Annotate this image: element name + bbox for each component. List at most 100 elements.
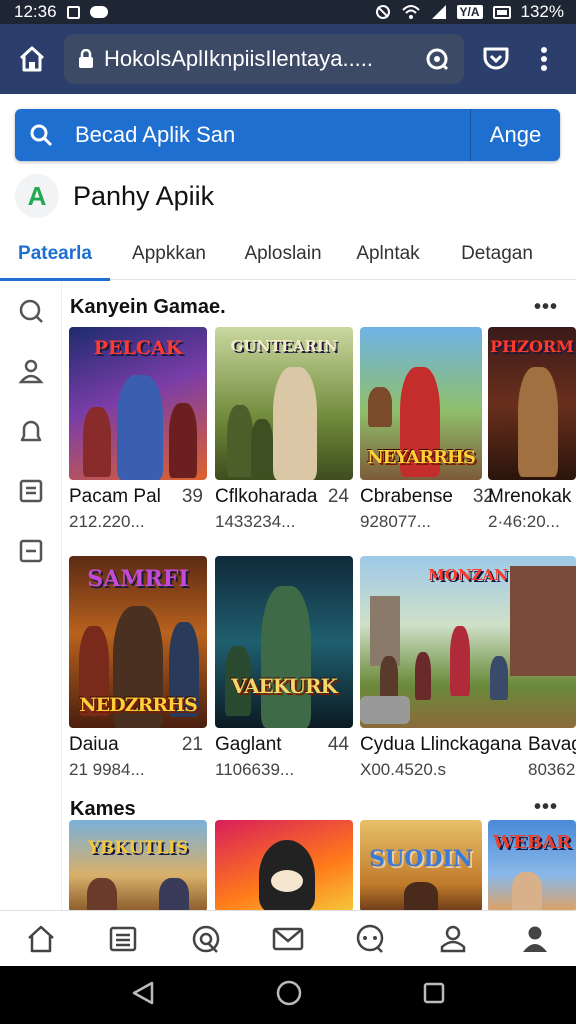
game-downloads: 2·46:20... <box>488 512 560 531</box>
game-rank: 39 <box>181 486 203 507</box>
back-triangle-icon <box>132 981 153 1004</box>
game-card[interactable]: SUODIN <box>360 820 482 910</box>
tab-2[interactable]: Aploslain <box>228 228 338 280</box>
document-icon <box>110 926 137 951</box>
section-title: Kanyein Gamae. <box>70 296 226 318</box>
game-card[interactable]: SAMRFI NEDZRRHS Daiua 21 21 9984... <box>69 556 207 780</box>
section-title: Kames <box>70 798 136 820</box>
tab-4[interactable]: Detagan <box>438 228 556 280</box>
search-submit-button[interactable]: Ange <box>470 109 560 161</box>
reload-icon[interactable] <box>424 46 450 72</box>
game-name: Daiua <box>69 734 119 755</box>
more-vertical-icon <box>541 47 547 71</box>
at-sign-icon <box>192 925 219 953</box>
minus-box-icon <box>19 539 42 563</box>
game-rank: 24 <box>327 486 349 507</box>
pocket-button[interactable] <box>476 39 516 79</box>
game-card[interactable] <box>215 820 353 910</box>
nav-list-button[interactable] <box>103 919 143 959</box>
nav-at-button[interactable] <box>186 919 226 959</box>
lock-icon <box>79 49 93 68</box>
signal-icon <box>431 5 446 19</box>
game-rank: 21 <box>181 734 203 755</box>
content-area: Kanyein Gamae. ••• PELCAK Pacam Pal 39 21… <box>62 282 576 910</box>
status-bar: 12:36 Y/A 132% <box>0 0 576 24</box>
address-bar[interactable]: HokolsAplIknpiisIlentaya..... <box>64 34 464 84</box>
game-name: Cydua Llinckagana <box>360 734 522 755</box>
mail-icon <box>272 927 304 950</box>
nav-mail-button[interactable] <box>268 919 308 959</box>
recents-button[interactable] <box>422 981 446 1010</box>
home-icon <box>19 46 45 72</box>
tab-1[interactable]: Appkkan <box>110 228 228 280</box>
game-name: Cflkoharada <box>215 486 318 507</box>
game-card[interactable]: NEYARRHS Cbrabense 32 928077... <box>360 327 498 532</box>
nav-account-button[interactable] <box>515 919 555 959</box>
game-thumbnail: WEBAR <box>488 820 576 910</box>
url-text: HokolsAplIknpiisIlentaya..... <box>104 46 374 71</box>
list-icon <box>19 479 42 503</box>
bell-icon <box>20 420 41 442</box>
game-downloads: 1106639... <box>215 760 295 779</box>
game-card[interactable]: VAEKURK Gaglant 44 1106639... <box>215 556 353 780</box>
person-icon <box>17 359 44 384</box>
rail-list-button[interactable] <box>16 476 46 506</box>
tab-3[interactable]: Aplntak <box>338 228 438 280</box>
menu-button[interactable] <box>524 39 564 79</box>
game-name: Pacam Pal <box>69 486 161 507</box>
section-more-button[interactable]: ••• <box>534 796 558 819</box>
network-type-badge: Y/A <box>456 5 483 19</box>
rail-profile-button[interactable] <box>16 356 46 386</box>
status-time: 12:36 <box>14 2 57 21</box>
game-card[interactable]: Bavag 80362 <box>528 556 576 780</box>
game-thumbnail: YBKUTLIS <box>69 820 207 910</box>
recents-square-icon <box>424 982 445 1003</box>
game-thumbnail: GUNTEARIN <box>215 327 353 480</box>
rail-bell-button[interactable] <box>16 416 46 446</box>
side-rail <box>0 282 62 910</box>
game-card[interactable]: GUNTEARIN Cflkoharada 24 1433234... <box>215 327 353 532</box>
tab-0[interactable]: Patearla <box>0 228 110 281</box>
bottom-nav <box>0 910 576 966</box>
app-header: A Panhy Apiik <box>15 172 214 220</box>
battery-level: 132% <box>520 2 564 21</box>
home-icon <box>28 925 54 952</box>
dnd-icon <box>375 5 390 19</box>
home-button[interactable] <box>12 39 52 79</box>
game-name: Bavag <box>528 734 576 755</box>
game-card[interactable]: PELCAK Pacam Pal 39 212.220... <box>69 327 207 532</box>
system-navigation-bar <box>0 966 576 1024</box>
chat-bubble-icon <box>89 6 108 18</box>
game-card[interactable]: YBKUTLIS <box>69 820 207 910</box>
browser-toolbar: HokolsAplIknpiisIlentaya..... <box>0 24 576 94</box>
nav-profile-button[interactable] <box>433 919 473 959</box>
game-thumbnail: PHZORM <box>488 327 576 480</box>
game-card[interactable]: WEBAR <box>488 820 576 910</box>
notification-square-icon <box>66 5 80 19</box>
nav-chat-button[interactable] <box>350 919 390 959</box>
rail-minus-button[interactable] <box>16 536 46 566</box>
section-more-button[interactable]: ••• <box>534 296 558 319</box>
game-thumbnail: PELCAK <box>69 327 207 480</box>
search-icon <box>19 299 43 323</box>
home-circle-icon <box>276 980 302 1005</box>
app-logo: A <box>15 174 59 218</box>
search-icon <box>15 123 67 147</box>
back-button[interactable] <box>130 980 156 1011</box>
game-thumbnail: SAMRFI NEDZRRHS <box>69 556 207 728</box>
home-system-button[interactable] <box>275 979 303 1012</box>
battery-icon <box>492 5 511 19</box>
game-downloads: 212.220... <box>69 512 145 531</box>
game-downloads: 21 9984... <box>69 760 145 779</box>
nav-home-button[interactable] <box>21 919 61 959</box>
search-bar[interactable]: Becad Aplik San Ange <box>15 109 560 161</box>
game-downloads: 1433234... <box>215 512 296 531</box>
game-card[interactable]: PHZORM Mrenokak 2·46:20... <box>488 327 576 532</box>
game-rank: 44 <box>327 734 349 755</box>
game-name: Gaglant <box>215 734 282 755</box>
search-input[interactable]: Becad Aplik San <box>67 122 470 148</box>
game-name: Cbrabense <box>360 486 453 507</box>
app-title: Panhy Apiik <box>73 180 215 211</box>
game-name: Mrenokak <box>488 486 572 507</box>
rail-search-button[interactable] <box>16 296 46 326</box>
